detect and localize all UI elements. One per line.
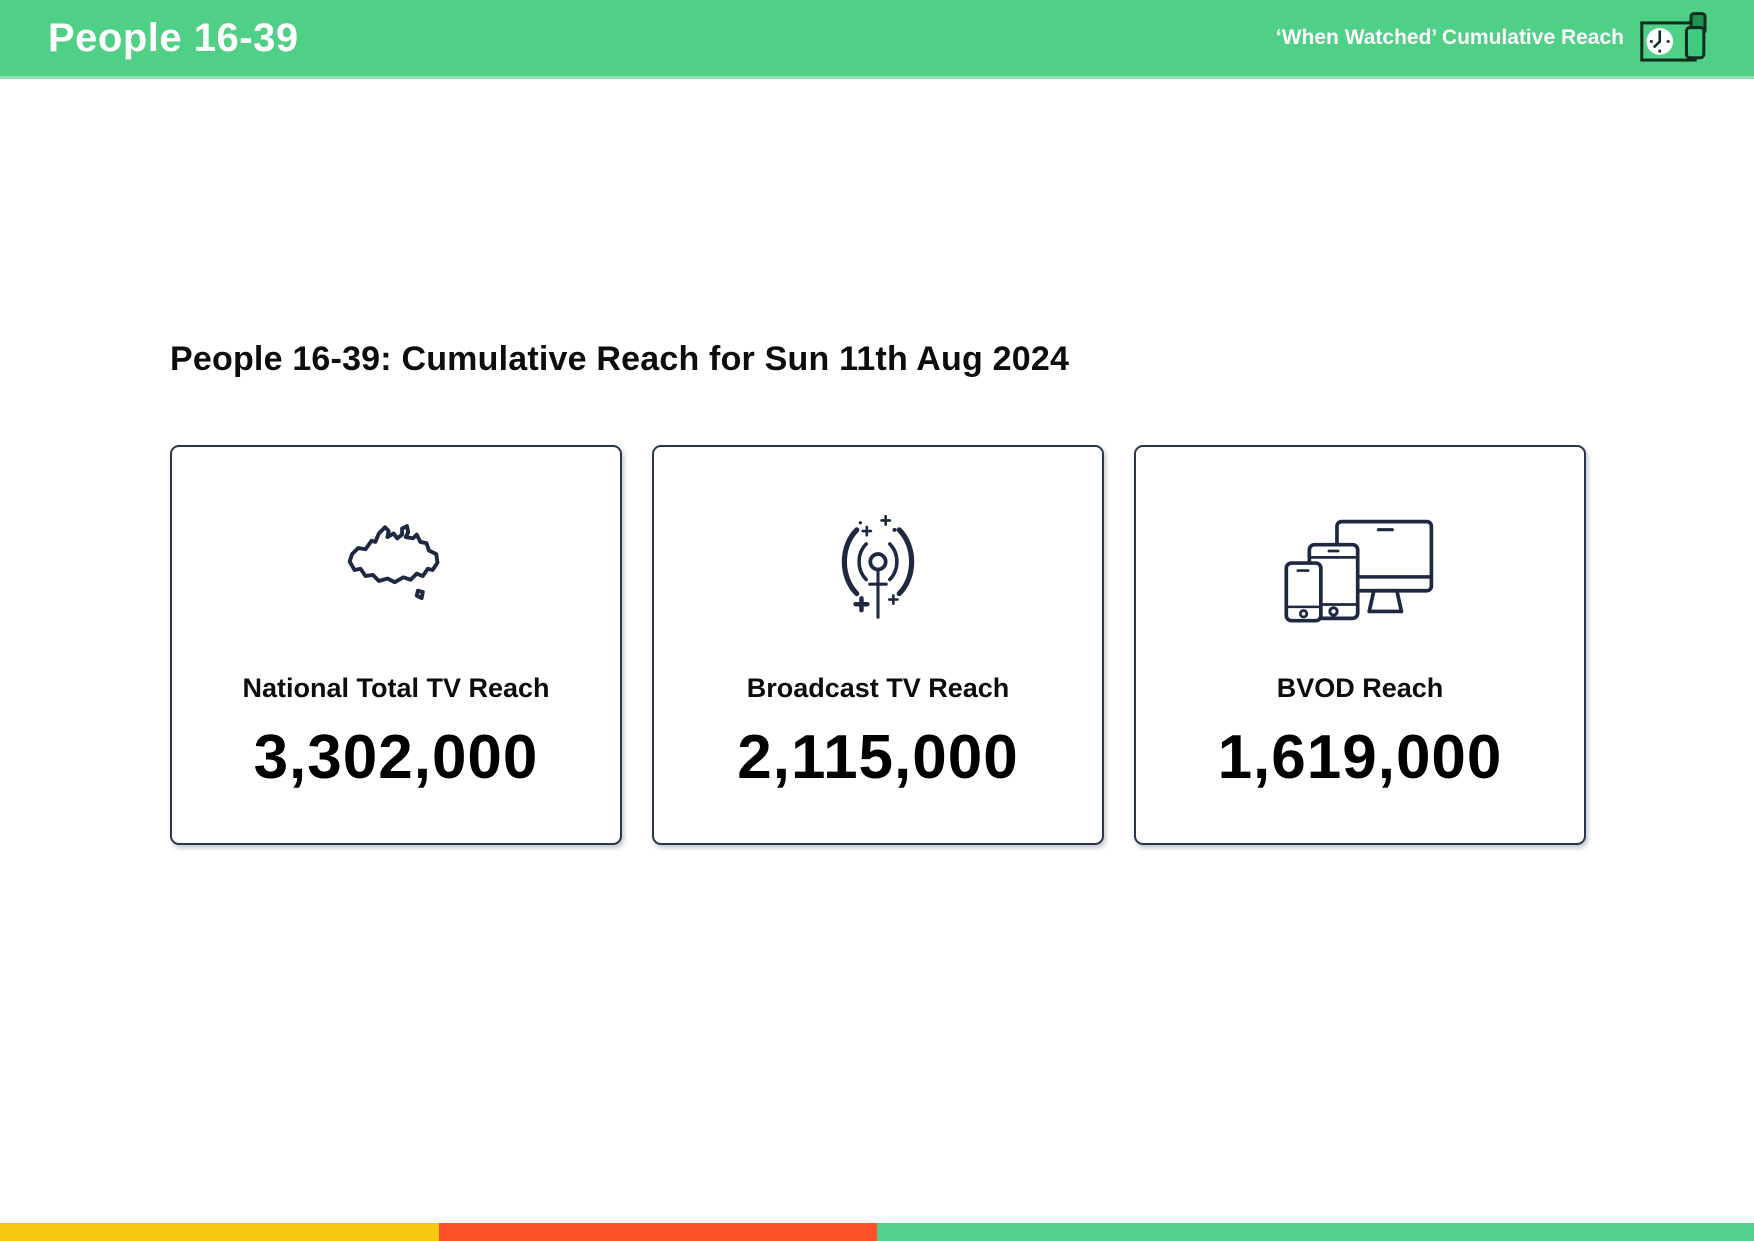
kpi-value: 3,302,000	[253, 723, 539, 792]
stripe-segment-green	[877, 1223, 1754, 1241]
app-header: People 16-39 ‘When Watched’ Cumulative R…	[0, 0, 1754, 79]
kpi-cards: National Total TV Reach 3,302,000 Broadc…	[170, 445, 1586, 845]
when-watched-clock-device-icon	[1640, 9, 1712, 67]
header-subtitle: ‘When Watched’ Cumulative Reach	[1275, 26, 1624, 49]
page-title: People 16-39	[48, 15, 299, 60]
report-heading: People 16-39: Cumulative Reach for Sun 1…	[170, 340, 1070, 378]
stripe-segment-red	[438, 1223, 877, 1241]
kpi-label: Broadcast TV Reach	[746, 673, 1010, 703]
kpi-label: BVOD Reach	[1276, 673, 1444, 703]
broadcast-antenna-icon	[830, 511, 926, 629]
stripe-segment-yellow	[0, 1223, 439, 1241]
multi-devices-icon	[1284, 511, 1436, 629]
kpi-label: National Total TV Reach	[242, 673, 550, 703]
kpi-value: 2,115,000	[737, 723, 1019, 792]
kpi-card-broadcast-tv: Broadcast TV Reach 2,115,000	[652, 445, 1104, 845]
header-right-group: ‘When Watched’ Cumulative Reach	[1276, 9, 1712, 67]
kpi-value: 1,619,000	[1217, 723, 1503, 792]
australia-map-icon	[335, 511, 457, 629]
kpi-card-national-total-tv: National Total TV Reach 3,302,000	[170, 445, 622, 845]
footer-color-stripe	[0, 1223, 1754, 1241]
kpi-card-bvod: BVOD Reach 1,619,000	[1134, 445, 1586, 845]
